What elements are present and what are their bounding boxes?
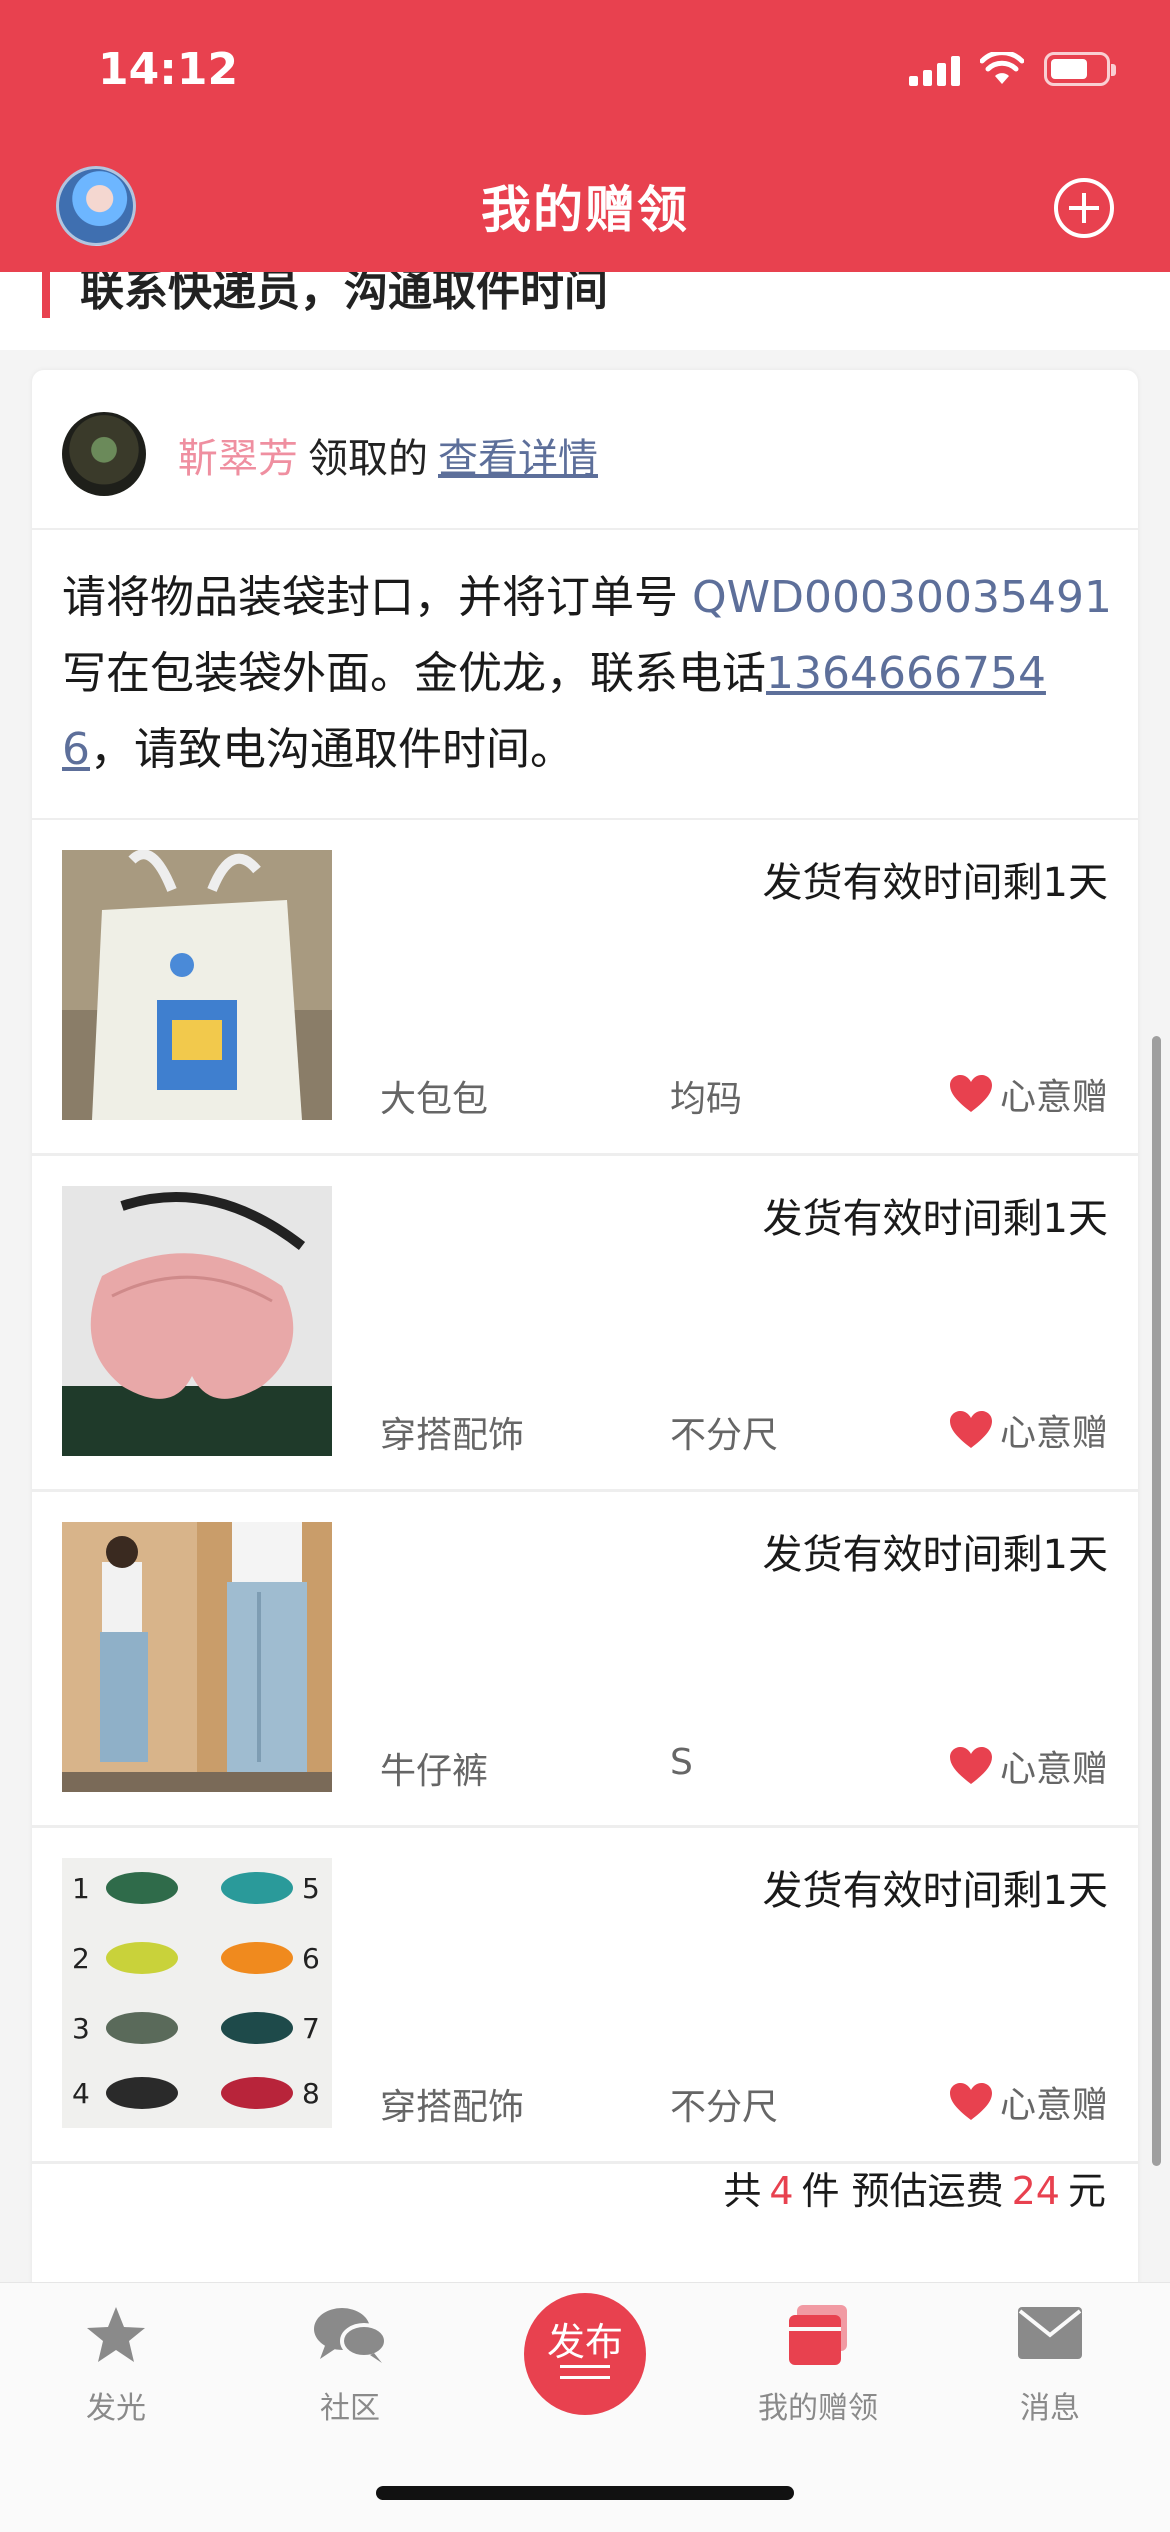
cellular-signal-icon: [909, 52, 960, 86]
tab-community[interactable]: 社区: [250, 2283, 450, 2453]
order-summary: 共4件 预估运费 24 元: [723, 2160, 1106, 2215]
home-indicator[interactable]: [376, 2486, 794, 2500]
summary-count-unit: 件 预估运费: [801, 2169, 1004, 2213]
svg-text:2: 2: [72, 1942, 90, 1975]
status-icons: [909, 52, 1116, 86]
item-size: 均码: [670, 1079, 743, 1120]
top-header: 14:12 我的赠领: [0, 0, 1170, 272]
item-photo-eye-mask[interactable]: [62, 1186, 332, 1456]
page-title: 我的赠领: [481, 181, 689, 239]
tab-label: 发光: [86, 2391, 146, 2426]
instruction-text-3: ，请致电沟通取件时间。: [90, 724, 574, 775]
packing-instruction: 请将物品装袋封口，并将订单号 QWD00030035491 写在包装袋外面。金优…: [62, 560, 1112, 788]
ship-deadline: 发货有效时间剩1天: [762, 1196, 1108, 1242]
tab-label: 社区: [320, 2391, 380, 2426]
tab-shine[interactable]: 发光: [16, 2283, 216, 2453]
summary-prefix: 共: [723, 2169, 762, 2213]
svg-text:5: 5: [302, 1872, 320, 1905]
shipping-fee: 24: [1011, 2169, 1060, 2213]
ship-deadline: 发货有效时间剩1天: [762, 1868, 1108, 1914]
item-category: 穿搭配饰: [380, 1415, 525, 1456]
star-icon: [87, 2307, 145, 2362]
list-item[interactable]: 发货有效时间剩1天 牛仔裤 S 心意赠: [32, 1492, 1138, 1828]
svg-text:8: 8: [302, 2077, 320, 2110]
gift-type: 心意赠: [948, 1740, 1108, 1792]
heart-icon: [949, 2083, 992, 2120]
item-photo-tote-bag[interactable]: [62, 850, 332, 1120]
status-time: 14:12: [98, 44, 239, 95]
add-circle-icon[interactable]: [1054, 178, 1114, 238]
claim-card: 靳翠芳 领取的 查看详情 请将物品装袋封口，并将订单号 QWD00030035491…: [32, 370, 1138, 2320]
item-category: 穿搭配饰: [380, 2087, 525, 2128]
ship-deadline: 发货有效时间剩1天: [762, 860, 1108, 906]
publish-button[interactable]: 发布: [524, 2293, 646, 2415]
svg-text:6: 6: [302, 1942, 320, 1975]
list-item[interactable]: 发货有效时间剩1天 大包包 均码 心意赠: [32, 820, 1138, 1156]
gift-stack-icon: [789, 2305, 847, 2365]
gift-type: 心意赠: [948, 2076, 1108, 2128]
heart-icon: [949, 1075, 992, 1112]
ship-deadline: 发货有效时间剩1天: [762, 1532, 1108, 1578]
gift-type: 心意赠: [948, 1068, 1108, 1120]
instruction-text-1: 请将物品装袋封口，并将订单号: [62, 572, 692, 623]
view-details-link[interactable]: 查看详情: [438, 436, 598, 482]
gift-label: 心意赠: [999, 2085, 1108, 2126]
giver-line: 靳翠芳 领取的 查看详情: [178, 426, 598, 484]
item-category: 牛仔裤: [380, 1751, 489, 1792]
giver-row: 靳翠芳 领取的 查看详情: [32, 370, 1138, 530]
tab-label: 我的赠领: [758, 2391, 878, 2426]
item-size: 不分尺: [670, 1415, 779, 1456]
giver-name[interactable]: 靳翠芳: [178, 436, 298, 482]
scrollbar[interactable]: [1152, 1036, 1161, 2166]
item-size: 不分尺: [670, 2087, 779, 2128]
item-count: 4: [769, 2169, 794, 2213]
wifi-icon: [980, 52, 1024, 84]
list-item[interactable]: 发货有效时间剩1天 穿搭配饰 不分尺 心意赠: [32, 1156, 1138, 1492]
item-list: 发货有效时间剩1天 大包包 均码 心意赠 发货有效时间剩1天 穿搭配饰 不分尺 …: [32, 820, 1138, 2164]
publish-icon: [560, 2365, 610, 2389]
chat-bubbles-icon: [314, 2308, 388, 2363]
item-size: S: [670, 1742, 693, 1783]
svg-text:4: 4: [72, 2077, 90, 2110]
item-category: 大包包: [380, 1079, 489, 1120]
heart-icon: [949, 1411, 992, 1448]
gift-type: 心意赠: [948, 1404, 1108, 1456]
gift-label: 心意赠: [999, 1077, 1108, 1118]
order-number: QWD00030035491: [692, 572, 1112, 623]
battery-icon: [1044, 52, 1116, 86]
instruction-text-2: 写在包装袋外面。金优龙，联系电话: [62, 648, 766, 699]
tab-my-claims[interactable]: 我的赠领: [718, 2283, 918, 2453]
giver-avatar[interactable]: [62, 412, 146, 496]
accent-bar: [42, 270, 50, 318]
summary-fee-unit: 元: [1067, 2169, 1106, 2213]
svg-text:3: 3: [72, 2012, 90, 2045]
item-photo-jeans[interactable]: [62, 1522, 332, 1792]
gift-label: 心意赠: [999, 1749, 1108, 1790]
tab-label: 消息: [1020, 2391, 1080, 2426]
mail-icon: [1018, 2307, 1082, 2359]
publish-label: 发布: [546, 2320, 623, 2364]
list-item[interactable]: 1 5 2 6 3 7 4 8 发货有效时间剩1天 穿搭配饰 不分尺 心意赠: [32, 1828, 1138, 2164]
giver-verb: 领取的: [308, 436, 428, 482]
tab-messages[interactable]: 消息: [950, 2283, 1150, 2453]
svg-text:7: 7: [302, 2012, 320, 2045]
gift-label: 心意赠: [999, 1413, 1108, 1454]
item-photo-hair-clips[interactable]: 1 5 2 6 3 7 4 8: [62, 1858, 332, 2128]
svg-text:1: 1: [72, 1872, 90, 1905]
heart-icon: [949, 1747, 992, 1784]
